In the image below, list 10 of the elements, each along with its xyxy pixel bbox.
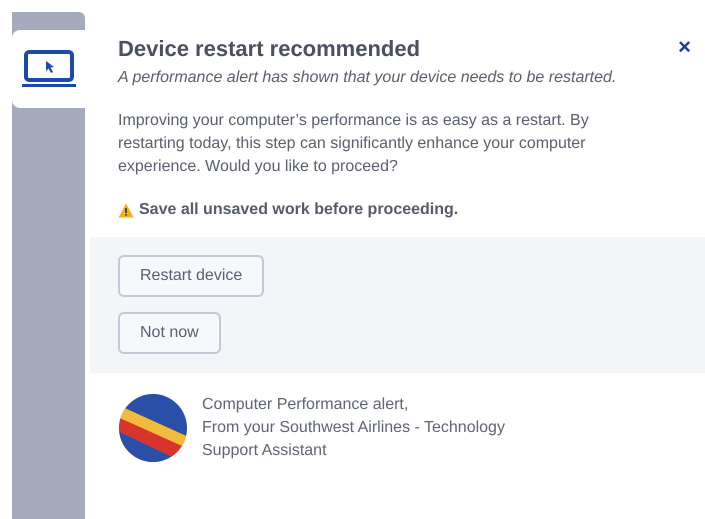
action-button[interactable]: Restart device [118, 255, 264, 297]
dialog-title: Device restart recommended [118, 36, 420, 62]
warning-icon [118, 202, 134, 218]
message-text: Improving your computer’s performance is as easy as a restart. By restarting today, this step can significantly enhance your computer experience. Would you like to proceed? [117, 111, 590, 177]
warning-text: Save all unsaved work before proceeding. [139, 201, 458, 219]
subtitle: A performance alert has shown that your device needs to be restarted. [116, 68, 618, 88]
close-button[interactable]: × [676, 36, 693, 58]
action-button[interactable]: Not now [118, 312, 221, 354]
footer-text: Computer Performance alert, From your Southwest Airlines - Technology Support Assistant [202, 395, 505, 461]
laptop-icon [20, 49, 78, 89]
